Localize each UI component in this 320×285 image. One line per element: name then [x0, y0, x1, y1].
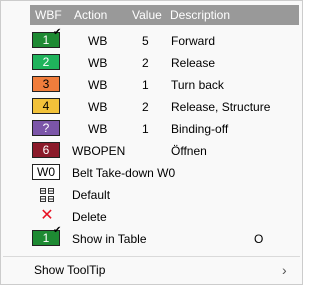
menu-item-default[interactable]: Default	[3, 185, 300, 205]
header-action: Action	[74, 8, 108, 22]
menu-item-forward[interactable]: 1 ✔ WB 5 Forward	[3, 27, 300, 51]
context-menu: WBF Action Value Description 1 ✔ WB 5 Fo…	[0, 0, 303, 285]
menu-item-belt-take-down[interactable]: W0 Belt Take-down W0	[3, 163, 300, 183]
description-label: Öffnen	[171, 144, 207, 158]
checkmark-icon: ✔	[53, 225, 62, 236]
description-label: Turn back	[171, 78, 224, 92]
shortcut-label: O	[254, 232, 264, 246]
value-label: 2	[142, 100, 149, 114]
table-header: WBF Action Value Description	[30, 5, 299, 25]
action-label: WB	[88, 122, 108, 136]
wbf-symbol: 2	[32, 54, 60, 70]
show-in-table-label: Show in Table	[72, 232, 147, 246]
delete-label: Delete	[72, 210, 107, 224]
menu-item-release[interactable]: 2 WB 2 Release	[3, 53, 300, 73]
action-label: WB	[88, 78, 108, 92]
grid-icon	[40, 188, 54, 202]
menu-item-show-tooltip[interactable]: Show ToolTip ›	[3, 259, 300, 281]
checkmark-icon: ✔	[53, 27, 62, 38]
menu-item-delete[interactable]: ✕ Delete	[3, 207, 300, 227]
value-label: 2	[142, 56, 149, 70]
action-label: WB	[88, 100, 108, 114]
close-icon: ✕	[40, 207, 54, 224]
belt-symbol: W0	[32, 164, 60, 180]
action-label: WB	[88, 34, 108, 48]
value-label: 5	[142, 34, 149, 48]
show-tooltip-label: Show ToolTip	[34, 263, 106, 277]
menu-item-wbopen[interactable]: 6 WBOPEN Öffnen	[3, 141, 300, 161]
value-label: 1	[142, 122, 149, 136]
default-label: Default	[72, 188, 111, 202]
menu-separator	[3, 256, 300, 257]
description-label: Binding-off	[171, 122, 229, 136]
wbf-symbol: 6	[32, 142, 60, 158]
belt-label: Belt Take-down W0	[72, 166, 176, 180]
header-description: Description	[170, 8, 231, 22]
description-label: Release	[171, 56, 216, 70]
header-wbf: WBF	[35, 8, 62, 22]
menu-item-turn-back[interactable]: 3 WB 1 Turn back	[3, 75, 300, 95]
action-label: WB	[88, 56, 108, 70]
wbf-symbol: 4	[32, 98, 60, 114]
value-label: 1	[142, 78, 149, 92]
menu-item-release-structure[interactable]: 4 WB 2 Release, Structure	[3, 97, 300, 117]
menu-item-binding-off[interactable]: ? WB 1 Binding-off	[3, 119, 300, 139]
description-label: Forward	[171, 34, 216, 48]
wbf-symbol: 3	[32, 76, 60, 92]
chevron-right-icon: ›	[282, 262, 287, 278]
wbf-symbol: ?	[32, 120, 60, 136]
menu-item-show-in-table[interactable]: 1 ✔ Show in Table O	[3, 225, 300, 249]
description-label: Release, Structure	[171, 100, 271, 114]
action-label: WBOPEN	[72, 144, 126, 158]
header-value: Value	[132, 8, 162, 22]
